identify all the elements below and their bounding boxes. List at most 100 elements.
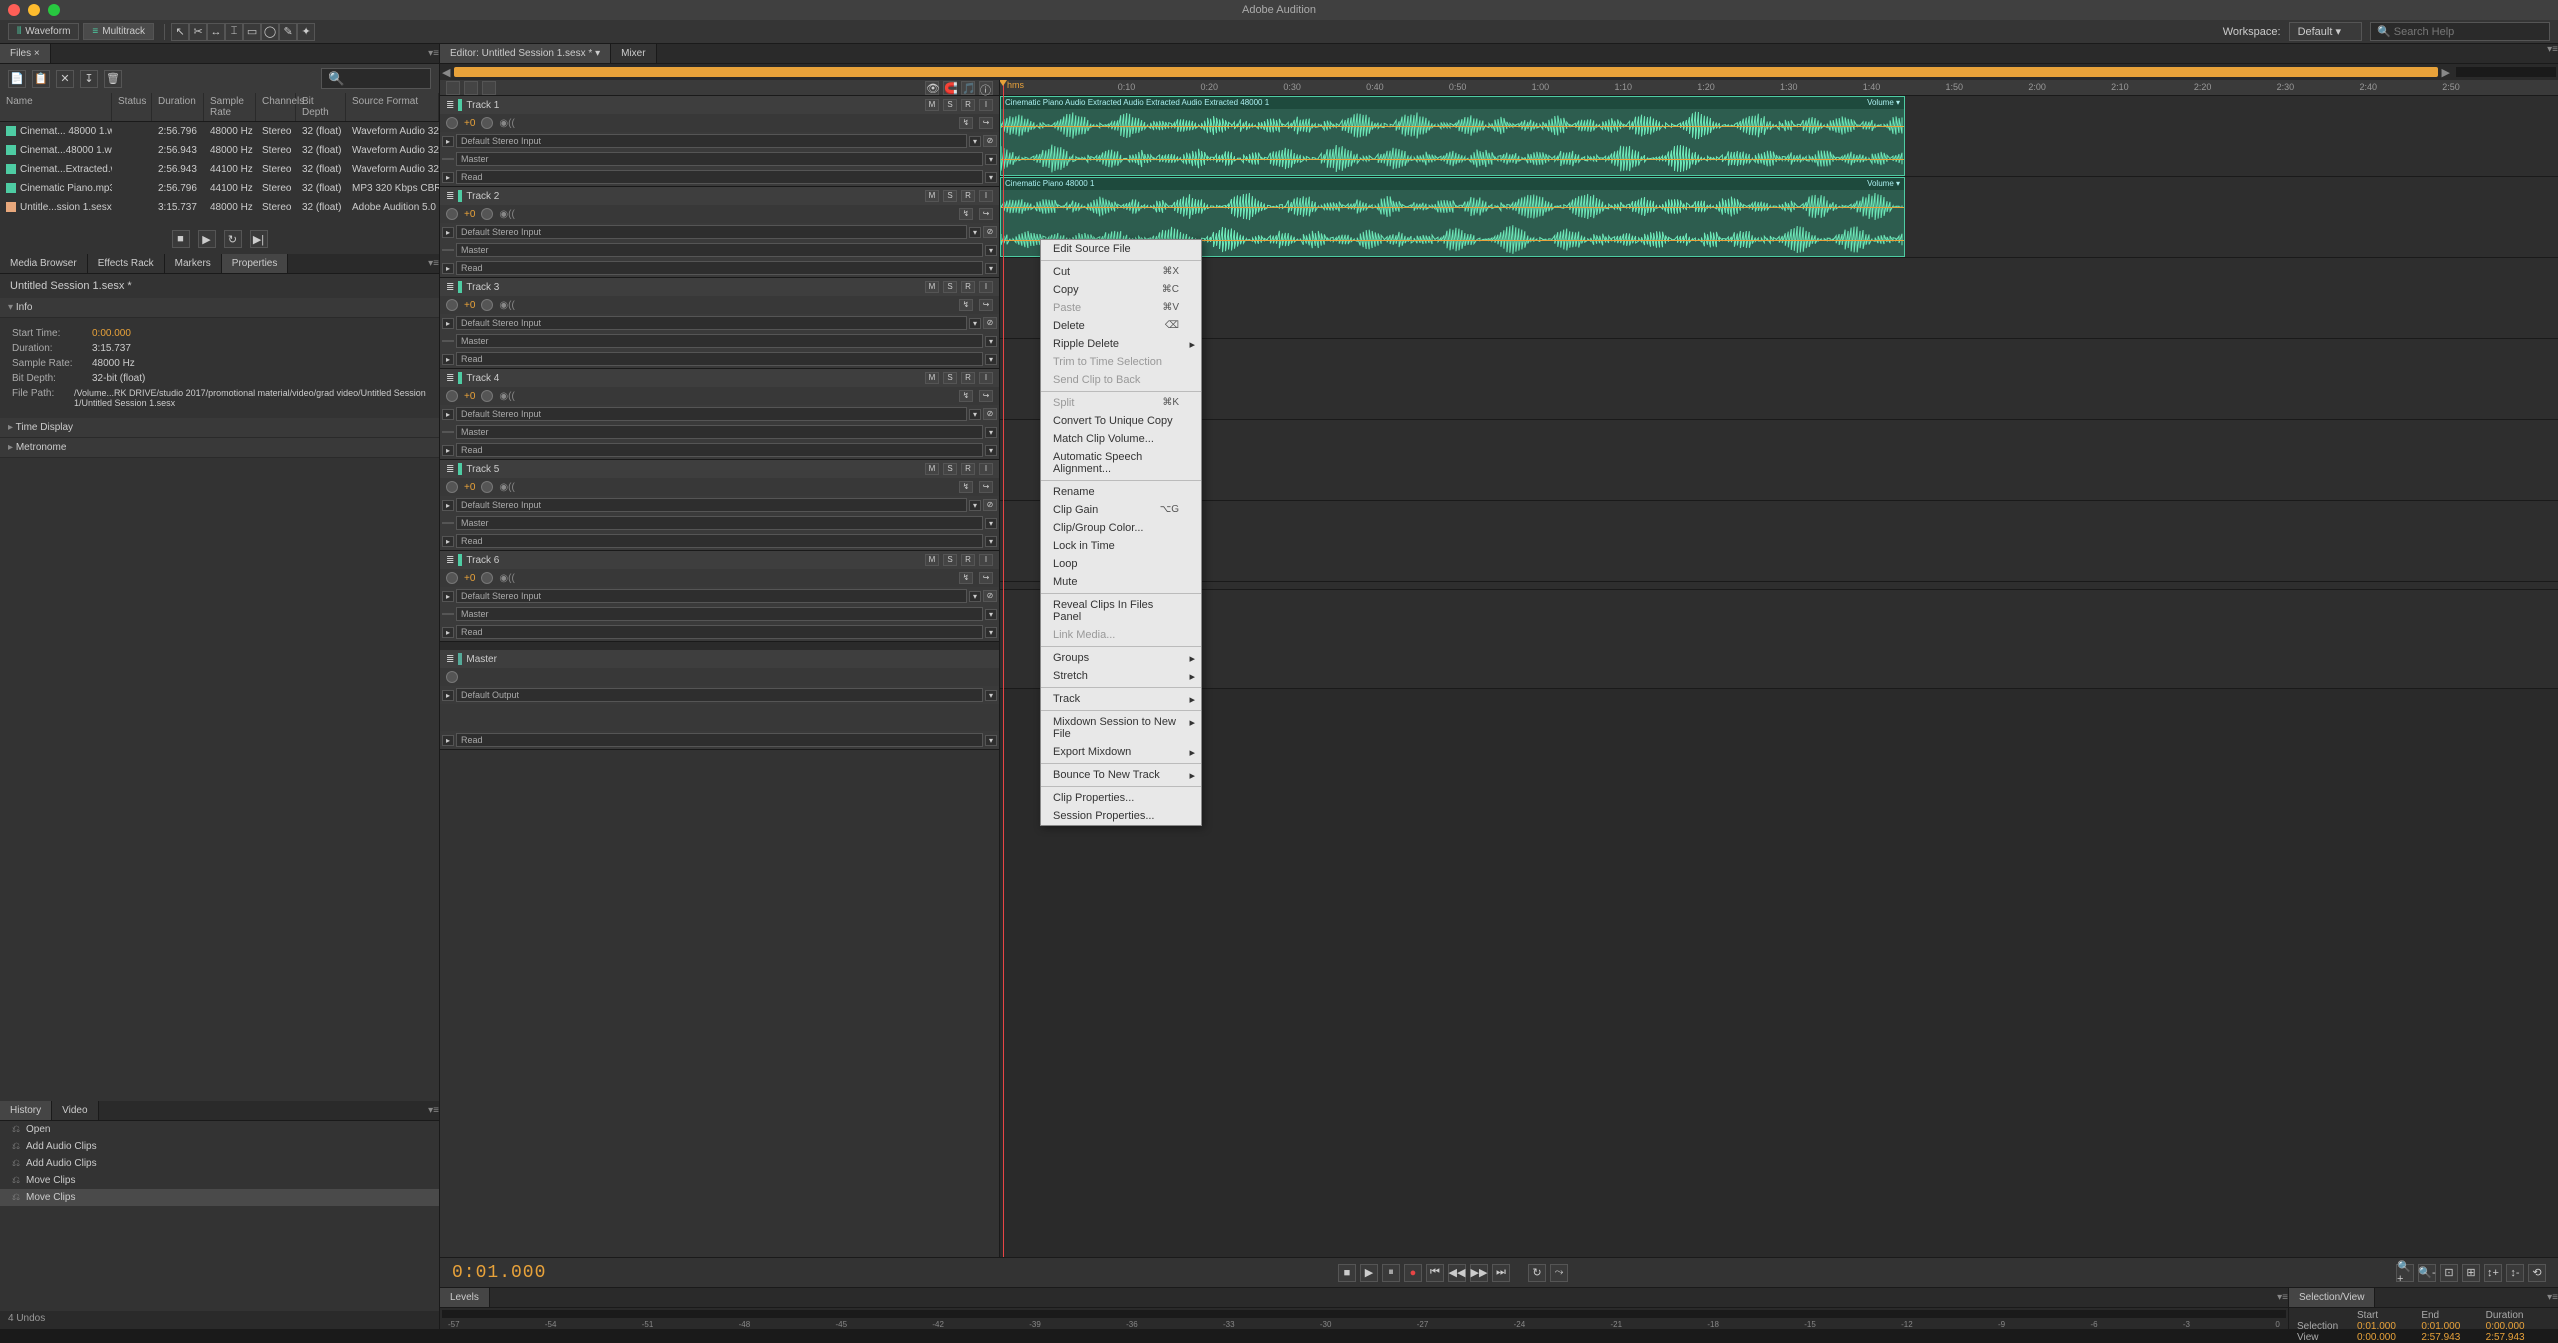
view-end[interactable]: 2:57.943 (2421, 1332, 2485, 1343)
fx-button[interactable]: ↯ (959, 117, 973, 129)
context-menu-item[interactable]: Session Properties... (1041, 807, 1201, 825)
automation-mode-dropdown[interactable]: Read (456, 170, 983, 184)
history-tab[interactable]: History (0, 1101, 52, 1120)
tool-marquee-button[interactable]: ▭ (243, 23, 261, 41)
context-menu-item[interactable]: Rename (1041, 483, 1201, 501)
metronome-button[interactable]: 🎵 (961, 81, 975, 95)
input-mono-button[interactable]: ⊘ (983, 408, 997, 420)
pan-knob[interactable] (481, 572, 493, 584)
solo-button[interactable]: S (943, 463, 957, 475)
gain-knob[interactable] (446, 481, 458, 493)
track-visibility-button[interactable]: 👁 (925, 81, 939, 95)
fx-button[interactable]: ↯ (959, 299, 973, 311)
track-output-dropdown[interactable]: Default Output (456, 688, 983, 702)
context-menu-item[interactable]: Stretch▸ (1041, 667, 1201, 685)
files-tab[interactable]: Files × (0, 44, 51, 63)
start-time-value[interactable]: 0:00.000 (92, 328, 131, 339)
record-arm-button[interactable]: R (961, 554, 975, 566)
automation-expand[interactable]: ▸ (442, 627, 454, 638)
track-input-dropdown[interactable]: Default Stereo Input (456, 498, 967, 512)
levels-tab[interactable]: Levels (440, 1288, 490, 1307)
automation-mode-dropdown[interactable]: Read (456, 443, 983, 457)
files-close-button[interactable]: ✕ (56, 70, 74, 88)
record-button[interactable]: ● (1404, 1264, 1422, 1282)
preview-autoplay-button[interactable]: ▶| (250, 230, 268, 248)
gain-value[interactable]: +0 (464, 573, 475, 584)
time-display-section-toggle[interactable]: Time Display (0, 418, 439, 438)
track-output-dropdown[interactable]: Master (456, 243, 983, 257)
output-expand[interactable] (442, 158, 454, 160)
zoom-fit-button[interactable]: ⊡ (2440, 1264, 2458, 1282)
gain-value[interactable]: +0 (464, 209, 475, 220)
track-name-label[interactable]: Track 1 (466, 100, 499, 111)
clip-volume-dropdown[interactable]: Volume ▾ (1867, 97, 1900, 109)
solo-button[interactable]: S (943, 554, 957, 566)
context-menu-item[interactable]: Reveal Clips In Files Panel (1041, 596, 1201, 626)
history-item[interactable]: ⎌ Open (0, 1121, 439, 1138)
input-mono-button[interactable]: ⊘ (983, 135, 997, 147)
pan-knob[interactable] (481, 390, 493, 402)
output-expand[interactable] (442, 340, 454, 342)
send-button[interactable]: ↪ (979, 572, 993, 584)
context-menu-item[interactable]: Convert To Unique Copy (1041, 412, 1201, 430)
record-arm-button[interactable]: R (961, 190, 975, 202)
context-menu-item[interactable]: Automatic Speech Alignment... (1041, 448, 1201, 478)
properties-tab[interactable]: Properties (222, 254, 289, 273)
track-output-dropdown[interactable]: Master (456, 425, 983, 439)
mixer-tab[interactable]: Mixer (611, 44, 656, 63)
fx-button[interactable]: ↯ (959, 481, 973, 493)
tool-brush-button[interactable]: ✎ (279, 23, 297, 41)
context-menu-item[interactable]: Loop (1041, 555, 1201, 573)
view-dur[interactable]: 2:57.943 (2486, 1332, 2550, 1343)
mute-button[interactable]: M (925, 372, 939, 384)
effects-rack-tab[interactable]: Effects Rack (88, 254, 165, 273)
ffwd-button[interactable]: ⏭ (1492, 1264, 1510, 1282)
fx-button[interactable]: ↯ (959, 208, 973, 220)
zoom-out-h-button[interactable]: 🔍- (2418, 1264, 2436, 1282)
output-expand[interactable] (442, 249, 454, 251)
automation-expand[interactable]: ▸ (442, 735, 454, 746)
selection-view-tab[interactable]: Selection/View (2289, 1288, 2375, 1307)
file-row[interactable]: Cinemat...48000 1.wav2:56.94348000 HzSte… (0, 141, 439, 160)
pan-knob[interactable] (481, 117, 493, 129)
track-input-dropdown[interactable]: Default Stereo Input (456, 589, 967, 603)
monitor-button[interactable]: I (979, 190, 993, 202)
solo-button[interactable]: S (943, 281, 957, 293)
zoom-in-h-button[interactable]: 🔍+ (2396, 1264, 2414, 1282)
solo-button[interactable]: S (943, 99, 957, 111)
loop-button[interactable]: ↻ (1528, 1264, 1546, 1282)
selview-panel-menu[interactable]: ▾≡ (2547, 1292, 2558, 1303)
context-menu-item[interactable]: Clip Properties... (1041, 789, 1201, 807)
gain-knob[interactable] (446, 390, 458, 402)
input-expand[interactable]: ▸ (442, 318, 454, 329)
file-row[interactable]: Untitle...ssion 1.sesx *3:15.73748000 Hz… (0, 198, 439, 217)
input-mono-button[interactable]: ⊘ (983, 226, 997, 238)
markers-tab[interactable]: Markers (165, 254, 222, 273)
track-output-dropdown[interactable]: Master (456, 516, 983, 530)
tool-razor-button[interactable]: ✂ (189, 23, 207, 41)
automation-mode-dropdown[interactable]: Read (456, 534, 983, 548)
record-arm-button[interactable]: R (961, 372, 975, 384)
tool-slip-button[interactable]: ↔ (207, 23, 225, 41)
automation-expand[interactable]: ▸ (442, 263, 454, 274)
preview-play-button[interactable]: ▶ (198, 230, 216, 248)
sel-start[interactable]: 0:01.000 (2357, 1321, 2421, 1332)
audio-clip[interactable]: Cinematic Piano Audio Extracted Audio Ex… (1000, 96, 1905, 176)
pan-knob[interactable] (481, 208, 493, 220)
track-lane[interactable] (1000, 420, 2558, 501)
files-import-button[interactable]: 📄 (8, 70, 26, 88)
track-lane[interactable] (1000, 339, 2558, 420)
fx-button[interactable]: ↯ (959, 572, 973, 584)
next-button[interactable]: ▶▶ (1470, 1264, 1488, 1282)
files-column-headers[interactable]: Name Status Duration Sample Rate Channel… (0, 93, 439, 122)
info-section-toggle[interactable]: Info (0, 298, 439, 318)
mute-button[interactable]: M (925, 463, 939, 475)
output-expand[interactable] (442, 613, 454, 615)
gain-knob[interactable] (446, 208, 458, 220)
window-minimize[interactable] (28, 4, 40, 16)
send-button[interactable]: ↪ (979, 299, 993, 311)
files-panel-menu[interactable]: ▾≡ (428, 48, 439, 59)
tool-time-select-button[interactable]: ⌶ (225, 23, 243, 41)
send-button[interactable]: ↪ (979, 481, 993, 493)
rewind-button[interactable]: ⏮ (1426, 1264, 1444, 1282)
